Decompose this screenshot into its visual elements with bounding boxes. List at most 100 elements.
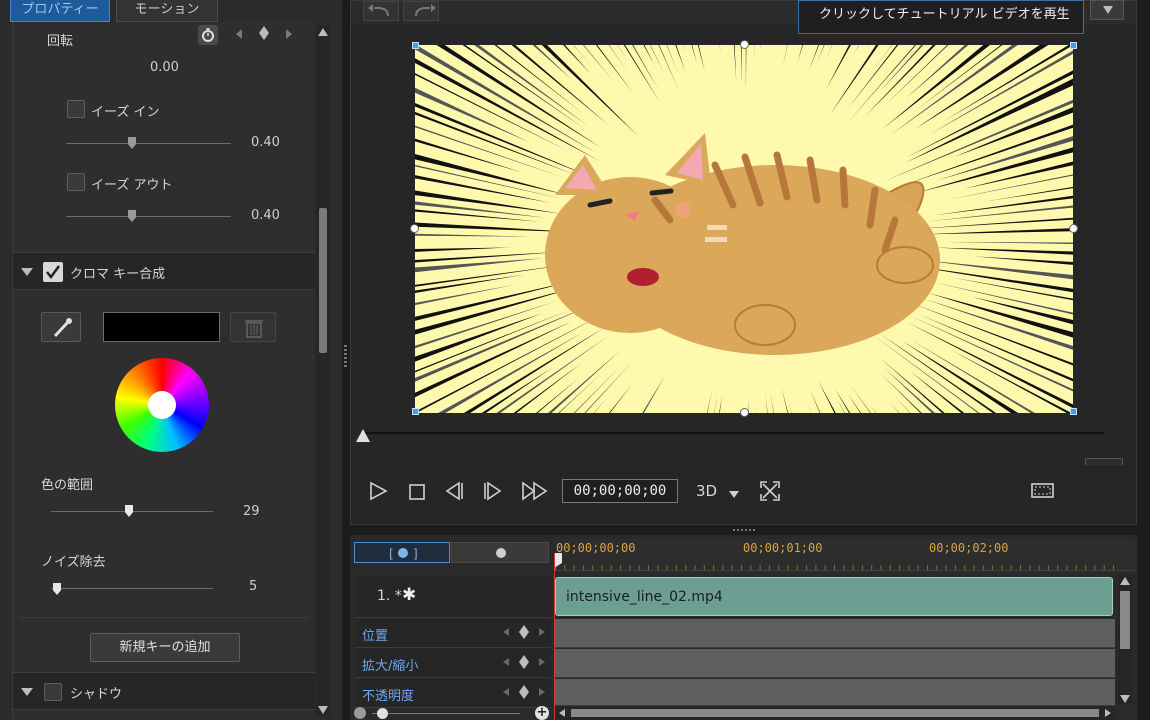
- 3d-mode-label[interactable]: 3D: [696, 482, 717, 500]
- ease-in-slider-track[interactable]: [66, 143, 231, 144]
- eyedropper-button[interactable]: [41, 312, 81, 342]
- track-label: 1. *: [377, 588, 402, 604]
- scroll-right-icon[interactable]: [1103, 708, 1113, 718]
- resize-handle-top-right[interactable]: [1070, 42, 1077, 49]
- tab-motion[interactable]: モーション: [116, 0, 218, 22]
- track-header[interactable]: 1. * ✱: [355, 575, 551, 618]
- add-key-icon[interactable]: [259, 26, 269, 44]
- keyframe-row-position[interactable]: 位置: [355, 619, 551, 648]
- chroma-key-checkbox[interactable]: [43, 262, 63, 282]
- stopwatch-icon[interactable]: [198, 25, 218, 45]
- stopwatch-icon: [496, 548, 506, 558]
- prev-key-icon[interactable]: [501, 627, 511, 637]
- zoom-slider-track[interactable]: [372, 713, 520, 714]
- timeline-horizontal-scrollbar[interactable]: [555, 706, 1115, 720]
- tutorial-tooltip[interactable]: クリックしてチュートリアル ビデオを再生: [798, 0, 1084, 34]
- timeline-mode-clip-button[interactable]: []: [354, 542, 450, 563]
- keyframe-lane-position[interactable]: [555, 619, 1115, 648]
- next-key-icon[interactable]: [285, 28, 293, 44]
- prev-key-icon[interactable]: [501, 687, 511, 697]
- chevron-down-icon[interactable]: [729, 488, 739, 503]
- keyframe-row-opacity[interactable]: 不透明度: [355, 679, 551, 708]
- next-key-icon[interactable]: [537, 627, 547, 637]
- preview-dropdown-button[interactable]: [1090, 0, 1124, 20]
- scroll-left-icon[interactable]: [557, 708, 567, 718]
- next-key-icon[interactable]: [537, 687, 547, 697]
- resize-handle-right[interactable]: [1069, 224, 1078, 233]
- add-key-icon[interactable]: [519, 655, 529, 669]
- color-wheel-icon[interactable]: [115, 358, 209, 452]
- keyframe-lane-opacity[interactable]: [555, 679, 1115, 706]
- next-key-icon[interactable]: [537, 657, 547, 667]
- add-key-icon[interactable]: [519, 625, 529, 639]
- ease-out-checkbox[interactable]: [67, 173, 85, 191]
- timeline-splitter[interactable]: [350, 525, 1137, 535]
- resize-handle-bottom[interactable]: [740, 408, 749, 417]
- add-key-icon[interactable]: [519, 685, 529, 699]
- panel-splitter[interactable]: [342, 0, 350, 720]
- prev-key-icon[interactable]: [501, 657, 511, 667]
- fast-forward-icon[interactable]: [521, 481, 549, 505]
- scroll-down-icon[interactable]: [318, 706, 328, 714]
- scroll-up-icon[interactable]: [1120, 577, 1130, 585]
- resize-handle-top[interactable]: [740, 40, 749, 49]
- timeline-vertical-scrollbar[interactable]: [1118, 575, 1132, 705]
- shadow-checkbox[interactable]: [44, 683, 62, 701]
- fullscreen-icon[interactable]: [759, 480, 781, 506]
- tab-properties[interactable]: プロパティー: [10, 0, 110, 22]
- color-range-slider-thumb[interactable]: [125, 505, 133, 517]
- rotation-value[interactable]: 0.00: [150, 60, 179, 75]
- play-icon[interactable]: [368, 481, 388, 505]
- shadow-section-header[interactable]: シャドウ: [13, 672, 315, 710]
- timecode-display[interactable]: 00;00;00;00: [562, 479, 678, 503]
- color-range-value[interactable]: 29: [243, 504, 260, 519]
- redo-button[interactable]: [403, 1, 439, 21]
- zoom-in-icon[interactable]: +: [535, 706, 549, 720]
- add-new-key-button[interactable]: 新規キーの追加: [90, 633, 240, 662]
- next-frame-icon[interactable]: [482, 481, 504, 505]
- keyframe-lane-scale[interactable]: [555, 649, 1115, 678]
- scroll-up-icon[interactable]: [318, 28, 328, 36]
- noise-reduction-slider-thumb[interactable]: [53, 583, 61, 595]
- timeline-mode-full-button[interactable]: [451, 542, 549, 563]
- zoom-slider-thumb[interactable]: [377, 708, 388, 719]
- safe-zone-icon[interactable]: [1031, 482, 1055, 504]
- scrollbar-thumb[interactable]: [319, 208, 327, 353]
- seek-thumb[interactable]: [355, 428, 371, 448]
- scrollbar-thumb[interactable]: [1120, 591, 1130, 649]
- ease-in-value[interactable]: 0.40: [251, 135, 280, 150]
- resize-handle-top-left[interactable]: [412, 42, 419, 49]
- zoom-out-icon[interactable]: [354, 707, 366, 719]
- noise-reduction-label: ノイズ除去: [41, 555, 106, 570]
- properties-scrollbar[interactable]: [316, 26, 330, 716]
- prev-frame-icon[interactable]: [444, 481, 466, 505]
- seek-bar[interactable]: [362, 432, 1104, 434]
- resize-handle-bottom-right[interactable]: [1070, 408, 1077, 415]
- noise-reduction-value[interactable]: 5: [249, 579, 257, 594]
- keyframe-row-scale[interactable]: 拡大/縮小: [355, 649, 551, 678]
- chevron-down-icon[interactable]: [21, 268, 33, 276]
- ease-out-value[interactable]: 0.40: [251, 208, 280, 223]
- row-label: 不透明度: [362, 689, 415, 704]
- delete-color-button[interactable]: [230, 312, 276, 342]
- chroma-key-section-header[interactable]: クロマ キー合成: [13, 252, 315, 290]
- video-preview-canvas[interactable]: [415, 45, 1073, 413]
- resize-handle-bottom-left[interactable]: [412, 408, 419, 415]
- ease-out-slider-track[interactable]: [66, 216, 231, 217]
- video-clip[interactable]: intensive_line_02.mp4: [555, 577, 1113, 616]
- clip-name: intensive_line_02.mp4: [566, 589, 723, 605]
- resize-handle-left[interactable]: [410, 224, 419, 233]
- key-color-swatch[interactable]: [103, 312, 220, 342]
- scroll-down-icon[interactable]: [1120, 695, 1130, 703]
- undo-button[interactable]: [363, 1, 399, 21]
- ease-in-slider-thumb[interactable]: [128, 137, 136, 149]
- scrollbar-thumb[interactable]: [571, 709, 1099, 717]
- color-range-label: 色の範囲: [41, 478, 94, 493]
- ease-in-checkbox[interactable]: [67, 100, 85, 118]
- ease-out-slider-thumb[interactable]: [128, 210, 136, 222]
- chevron-down-icon[interactable]: [21, 688, 33, 696]
- noise-reduction-slider-track[interactable]: [51, 588, 213, 589]
- prev-key-icon[interactable]: [235, 28, 243, 44]
- stop-icon[interactable]: [408, 483, 426, 505]
- undo-icon: [368, 4, 389, 17]
